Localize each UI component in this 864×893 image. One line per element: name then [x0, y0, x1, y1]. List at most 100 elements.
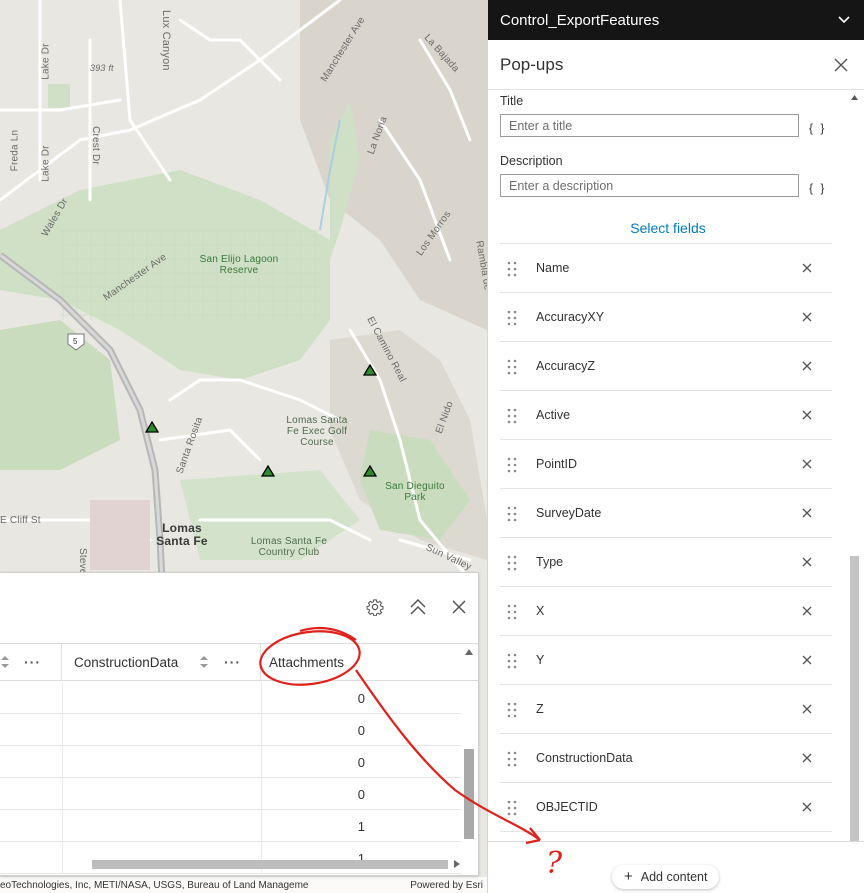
field-name: AccuracyZ	[536, 359, 596, 373]
remove-field-icon[interactable]	[800, 751, 814, 765]
scroll-up-icon[interactable]	[465, 649, 473, 655]
drag-handle-icon[interactable]	[507, 310, 517, 326]
powered-by-esri[interactable]: Powered by Esri	[410, 880, 483, 891]
remove-field-icon[interactable]	[800, 261, 814, 275]
drag-handle-icon[interactable]	[507, 800, 517, 816]
column-separator[interactable]	[61, 644, 62, 680]
field-item[interactable]: Y	[500, 636, 832, 685]
feature-marker[interactable]	[363, 465, 377, 477]
field-item[interactable]: SurveyDate	[500, 489, 832, 538]
field-item[interactable]: AccuracyXY	[500, 293, 832, 342]
description-expression-button[interactable]: { }	[809, 181, 826, 195]
map-label-i5: 5	[73, 337, 78, 346]
map-label-steve: Steve	[77, 548, 88, 575]
remove-field-icon[interactable]	[800, 506, 814, 520]
drag-handle-icon[interactable]	[507, 751, 517, 767]
table-vertical-scrollbar[interactable]	[462, 645, 476, 871]
panel-vertical-scroll-thumb[interactable]	[850, 556, 859, 843]
column-header-attachments[interactable]: Attachments	[269, 644, 344, 680]
drag-handle-icon[interactable]	[507, 604, 517, 620]
column-separator[interactable]	[260, 644, 261, 680]
drag-handle-icon[interactable]	[507, 506, 517, 522]
field-item[interactable]: Z	[500, 685, 832, 734]
close-icon	[452, 600, 466, 614]
remove-field-icon[interactable]	[800, 800, 814, 814]
field-item[interactable]: Active	[500, 391, 832, 440]
field-item[interactable]: Name	[500, 244, 832, 293]
map-label-golf-course: Lomas Santa Fe Exec Golf Course	[286, 415, 348, 448]
select-fields-link[interactable]: Select fields	[488, 220, 848, 236]
remove-field-icon[interactable]	[800, 359, 814, 373]
title-label: Title	[500, 94, 524, 108]
table-settings-button[interactable]	[365, 597, 385, 617]
column-sort-button[interactable]	[0, 644, 10, 680]
table-close-button[interactable]	[449, 597, 469, 617]
column-options-button[interactable]: ···	[224, 644, 241, 680]
close-icon[interactable]	[834, 58, 848, 72]
remove-field-icon[interactable]	[800, 653, 814, 667]
field-item[interactable]: ConstructionData	[500, 734, 832, 783]
layer-selector[interactable]: Control_ExportFeatures	[488, 0, 864, 40]
remove-field-icon[interactable]	[800, 555, 814, 569]
drag-handle-icon[interactable]	[507, 261, 517, 277]
table-row[interactable]: 0	[0, 682, 461, 714]
drag-handle-icon[interactable]	[507, 408, 517, 424]
map-label-elevation: 393 ft	[90, 63, 114, 73]
gear-icon	[366, 599, 384, 616]
drag-handle-icon[interactable]	[507, 555, 517, 571]
field-item[interactable]: AccuracyZ	[500, 342, 832, 391]
remove-field-icon[interactable]	[800, 702, 814, 716]
column-header-constructiondata[interactable]: ConstructionData	[74, 644, 178, 680]
feature-marker[interactable]	[145, 421, 159, 433]
field-name: ConstructionData	[536, 751, 633, 765]
map-label-cliff-st: E Cliff St	[0, 515, 41, 526]
title-expression-button[interactable]: { }	[809, 121, 826, 135]
scroll-up-icon[interactable]	[851, 95, 858, 100]
field-item[interactable]: OBJECTID	[500, 783, 832, 832]
attachments-cell: 0	[357, 691, 365, 706]
map-label-lagoon: San Elijo Lagoon Reserve	[199, 254, 279, 276]
field-name: SurveyDate	[536, 506, 602, 520]
table-row[interactable]: 0	[0, 778, 461, 810]
feature-marker[interactable]	[261, 465, 275, 477]
panel-vertical-scrollbar[interactable]	[848, 91, 861, 843]
table-row[interactable]: 1	[0, 810, 461, 842]
column-sort-button[interactable]	[199, 644, 209, 680]
table-horizontal-scroll-thumb[interactable]	[92, 860, 448, 869]
map-label-san-dieguito-park: San Dieguito Park	[385, 481, 445, 503]
sort-icon	[1, 656, 9, 668]
field-name: Name	[536, 261, 570, 275]
field-name: X	[536, 604, 545, 618]
table-row[interactable]: 0	[0, 714, 461, 746]
feature-marker[interactable]	[363, 364, 377, 376]
map-label-crest-dr: Crest Dr	[89, 126, 101, 165]
table-collapse-button[interactable]	[408, 597, 428, 617]
map-label-lake-dr: Lake Dr	[40, 43, 52, 80]
field-item[interactable]: X	[500, 587, 832, 636]
remove-field-icon[interactable]	[800, 310, 814, 324]
remove-field-icon[interactable]	[800, 408, 814, 422]
drag-handle-icon[interactable]	[507, 359, 517, 375]
add-content-button[interactable]: + Add content	[612, 865, 720, 889]
drag-handle-icon[interactable]	[507, 702, 517, 718]
scroll-right-icon[interactable]	[454, 860, 460, 868]
description-input[interactable]	[500, 174, 799, 197]
table-vertical-scroll-thumb[interactable]	[464, 749, 474, 839]
attachments-cell: 0	[357, 723, 365, 738]
popups-title: Pop-ups	[500, 54, 564, 74]
field-name: Active	[536, 408, 571, 422]
table-header: ··· ConstructionData ··· Attachments	[0, 643, 478, 681]
attribution-text: eoTechnologies, Inc, METI/NASA, USGS, Bu…	[0, 879, 309, 891]
sort-icon	[200, 656, 208, 668]
table-row[interactable]: 0	[0, 746, 461, 778]
remove-field-icon[interactable]	[800, 604, 814, 618]
drag-handle-icon[interactable]	[507, 653, 517, 669]
map-attribution: eoTechnologies, Inc, METI/NASA, USGS, Bu…	[0, 877, 487, 893]
title-input[interactable]	[500, 114, 799, 137]
drag-handle-icon[interactable]	[507, 457, 517, 473]
field-item[interactable]: PointID	[500, 440, 832, 489]
column-options-button[interactable]: ···	[24, 644, 41, 680]
field-item[interactable]: Type	[500, 538, 832, 587]
table-horizontal-scrollbar[interactable]	[0, 857, 462, 871]
remove-field-icon[interactable]	[800, 457, 814, 471]
